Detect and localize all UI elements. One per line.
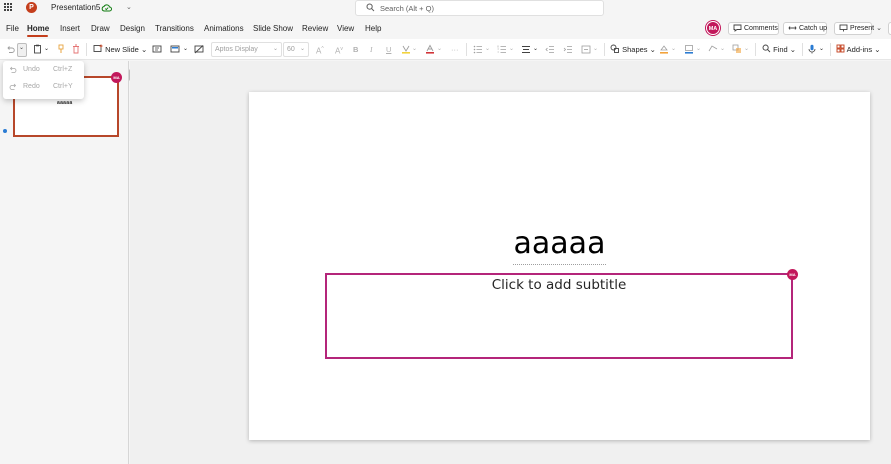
present-label: Present <box>850 25 875 32</box>
chevron-down-icon: ⌄ <box>19 45 25 51</box>
chevron-down-icon[interactable]: ⌄ <box>126 3 132 11</box>
spelling-underline <box>513 264 606 265</box>
chevron-down-icon: ⌄ <box>299 46 305 52</box>
thumbnail-title: aaaaa <box>57 100 73 106</box>
current-slide-indicator <box>3 129 7 133</box>
tab-slide-show[interactable]: Slide Show <box>253 24 293 33</box>
ribbon-separator <box>86 43 87 56</box>
tab-draw[interactable]: Draw <box>91 24 110 33</box>
tab-file[interactable]: File <box>6 24 19 33</box>
tab-view[interactable]: View <box>337 24 354 33</box>
catch-up-label: Catch up <box>799 25 828 32</box>
search-icon <box>366 3 375 14</box>
hide-slide-icon[interactable] <box>194 43 204 56</box>
app-launcher-icon[interactable] <box>4 3 12 11</box>
present-options-chevron-icon[interactable]: ⌄ <box>873 22 885 35</box>
tab-review[interactable]: Review <box>302 24 328 33</box>
undo-icon[interactable] <box>6 43 15 56</box>
undo-label: Undo <box>23 66 40 73</box>
redo-icon <box>9 83 17 93</box>
comments-button[interactable]: Comments <box>728 22 779 35</box>
delete-icon[interactable] <box>72 43 80 56</box>
font-name-select[interactable]: Aptos Display ⌄ <box>211 42 282 57</box>
new-slide-label: New Slide <box>105 45 139 54</box>
ribbon-toolbar: ⌄ New Slide ⌄ ⌄ <box>0 39 891 60</box>
title-bar: P Presentation5 ⌄ Search (Alt + Q) <box>0 0 891 18</box>
new-slide-button[interactable]: New Slide ⌄ <box>93 43 147 56</box>
tab-insert[interactable]: Insert <box>60 24 80 33</box>
tab-animations[interactable]: Animations <box>204 24 244 33</box>
active-tab-indicator <box>27 35 48 37</box>
search-box[interactable]: Search (Alt + Q) <box>355 0 604 16</box>
undo-shortcut: Ctrl+Z <box>53 66 73 73</box>
paste-chevron-icon[interactable]: ⌄ <box>44 43 49 56</box>
undo-dropdown-menu: Undo Ctrl+Z Redo Ctrl+Y <box>3 61 84 99</box>
subtitle-collaborator-avatar: MA <box>787 269 798 280</box>
font-size-value: 60 <box>287 46 295 53</box>
paste-icon[interactable] <box>33 43 42 56</box>
present-button[interactable]: Present <box>834 22 875 36</box>
undo-menu-item[interactable]: Undo Ctrl+Z <box>3 62 84 79</box>
redo-shortcut: Ctrl+Y <box>53 83 73 90</box>
undo-dropdown-button[interactable]: ⌄ <box>17 43 27 57</box>
present-icon <box>839 24 848 36</box>
document-title[interactable]: Presentation5 <box>51 3 100 12</box>
redo-label: Redo <box>23 83 40 90</box>
search-placeholder: Search (Alt + Q) <box>380 4 434 13</box>
layout-chevron-icon[interactable]: ⌄ <box>183 43 188 56</box>
subtitle-placeholder-text[interactable]: Click to add subtitle <box>325 277 793 293</box>
user-avatar[interactable]: MA <box>706 21 720 35</box>
redo-menu-item[interactable]: Redo Ctrl+Y <box>3 79 84 96</box>
tab-help[interactable]: Help <box>365 24 381 33</box>
catch-up-icon <box>788 24 797 36</box>
current-slide[interactable] <box>249 92 870 440</box>
reuse-slides-icon[interactable] <box>152 43 162 56</box>
cloud-saved-icon[interactable] <box>101 3 112 14</box>
format-painter-icon[interactable] <box>57 43 65 56</box>
thumbnail-collaborator-avatar: MA <box>111 72 122 83</box>
comment-icon <box>733 24 742 36</box>
font-name-value: Aptos Display <box>215 46 258 53</box>
undo-icon <box>9 66 17 76</box>
comments-label: Comments <box>744 25 778 32</box>
slide-title-textbox[interactable]: aaaaa <box>249 226 870 261</box>
tab-home[interactable]: Home <box>27 24 49 33</box>
catch-up-button[interactable]: Catch up <box>783 22 827 35</box>
powerpoint-logo-icon: P <box>26 2 37 13</box>
font-size-select[interactable]: 60 ⌄ <box>283 42 309 57</box>
tab-design[interactable]: Design <box>120 24 145 33</box>
tab-transitions[interactable]: Transitions <box>155 24 194 33</box>
layout-icon[interactable] <box>170 43 180 56</box>
chevron-down-icon: ⌄ <box>272 46 278 52</box>
